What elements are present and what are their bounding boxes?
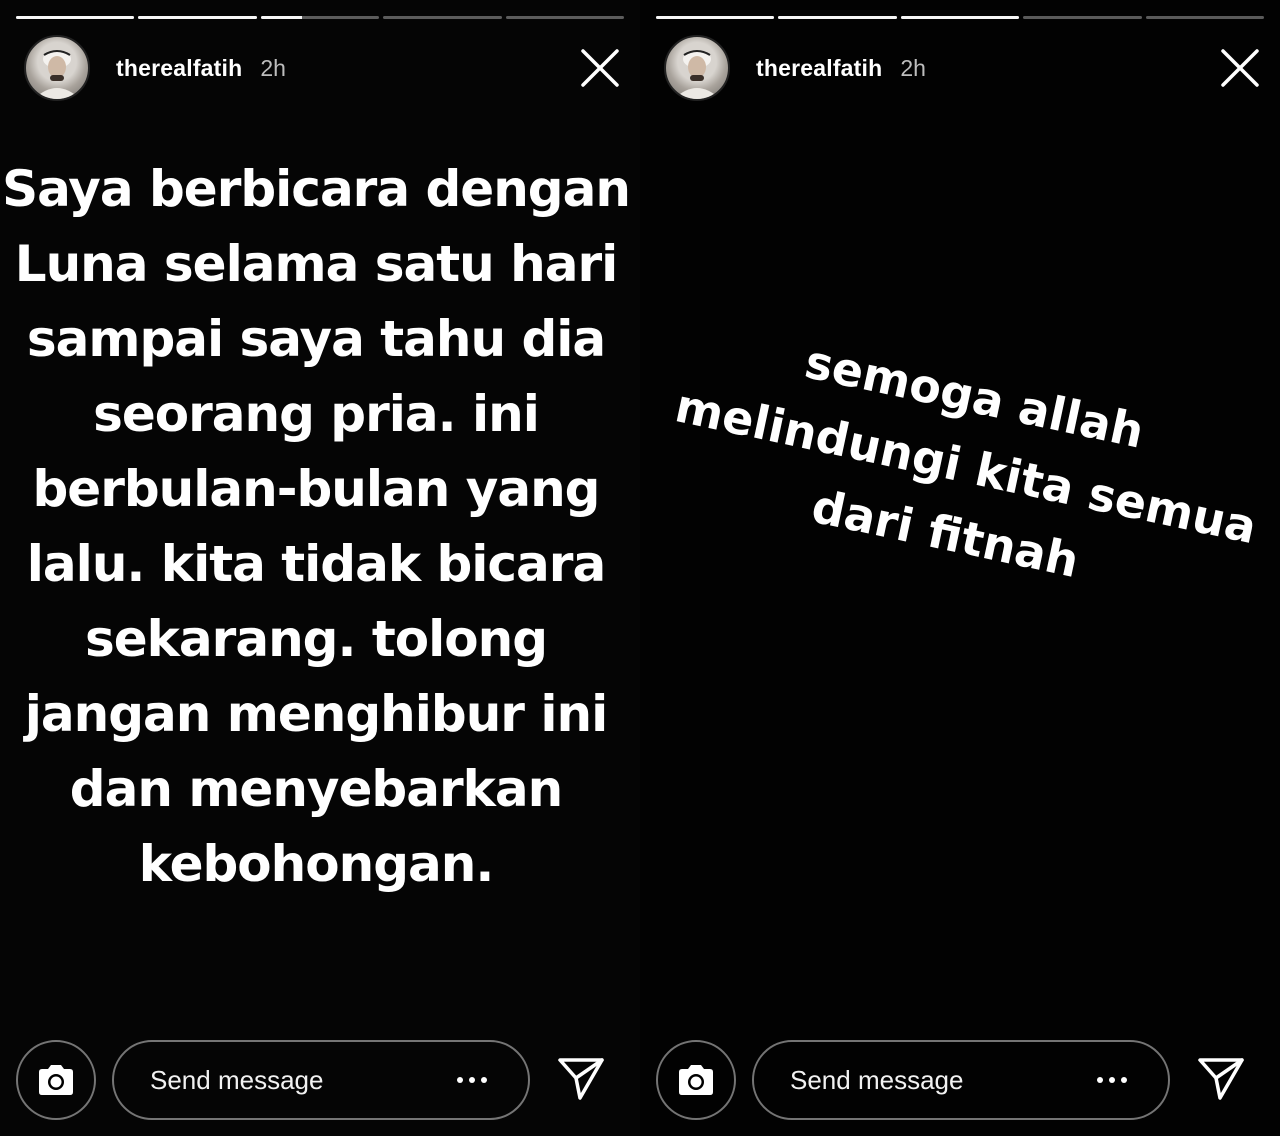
post-time: 2h — [260, 54, 286, 81]
story-panel-2[interactable]: therealfatih 2h semoga allah melindungi … — [640, 0, 1280, 1136]
avatar[interactable] — [24, 35, 90, 101]
more-options-button[interactable] — [1092, 1068, 1132, 1092]
message-input[interactable]: Send message — [112, 1040, 530, 1120]
story-panel-1[interactable]: therealfatih 2h Saya berbicara dengan Lu… — [0, 0, 640, 1136]
message-placeholder: Send message — [790, 1064, 964, 1095]
progress-segment — [138, 16, 257, 19]
story-text-line: Luna selama satu hari — [14, 235, 619, 293]
story-progress-bar — [16, 16, 625, 20]
story-text: Saya berbicara dengan Luna selama satu h… — [0, 152, 632, 902]
progress-segment — [16, 16, 135, 19]
story-text-line: sekarang. tolong — [85, 610, 548, 668]
progress-segment — [260, 16, 380, 19]
more-options-button[interactable] — [452, 1068, 492, 1092]
story-progress-bar — [656, 16, 1265, 20]
story-text: semoga allah melindungi kita semua dari … — [655, 302, 1266, 628]
post-time: 2h — [900, 54, 926, 81]
message-input[interactable]: Send message — [752, 1040, 1170, 1120]
story-text-line: sampai saya tahu dia — [26, 310, 606, 368]
progress-segment — [505, 16, 625, 19]
story-header: therealfatih 2h — [664, 35, 1264, 101]
username[interactable]: therealfatih — [756, 55, 882, 82]
send-button[interactable] — [556, 1054, 606, 1104]
username[interactable]: therealfatih — [116, 55, 242, 82]
send-icon — [1198, 1058, 1244, 1100]
story-text-line: berbulan-bulan yang — [32, 460, 601, 518]
progress-segment — [656, 16, 775, 19]
camera-button[interactable] — [656, 1040, 736, 1120]
close-button[interactable] — [580, 48, 620, 88]
more-dots-icon — [457, 1077, 487, 1083]
story-footer: Send message — [16, 1040, 624, 1120]
story-text-line: seorang pria. ini — [93, 385, 540, 443]
story-footer: Send message — [656, 1040, 1264, 1120]
message-placeholder: Send message — [150, 1064, 324, 1095]
story-header: therealfatih 2h — [24, 35, 624, 101]
progress-segment — [383, 16, 502, 19]
story-text-line: jangan menghibur ini — [24, 685, 608, 743]
close-icon — [1221, 49, 1259, 87]
camera-button[interactable] — [16, 1040, 96, 1120]
send-button[interactable] — [1196, 1054, 1246, 1104]
close-icon — [581, 49, 619, 87]
story-text-line: kebohongan. — [138, 835, 495, 893]
send-icon — [558, 1058, 604, 1100]
progress-segment — [1023, 16, 1142, 19]
more-dots-icon — [1097, 1077, 1127, 1083]
camera-icon — [39, 1065, 73, 1095]
progress-segment — [900, 16, 1020, 19]
camera-icon — [679, 1065, 713, 1095]
story-text-line: lalu. kita tidak bicara — [26, 535, 606, 593]
story-text-line: Saya berbicara dengan — [2, 160, 631, 218]
close-button[interactable] — [1220, 48, 1260, 88]
avatar[interactable] — [664, 35, 730, 101]
story-text-line: dan menyebarkan — [69, 760, 563, 818]
progress-segment — [778, 16, 897, 19]
progress-segment — [1145, 16, 1265, 19]
